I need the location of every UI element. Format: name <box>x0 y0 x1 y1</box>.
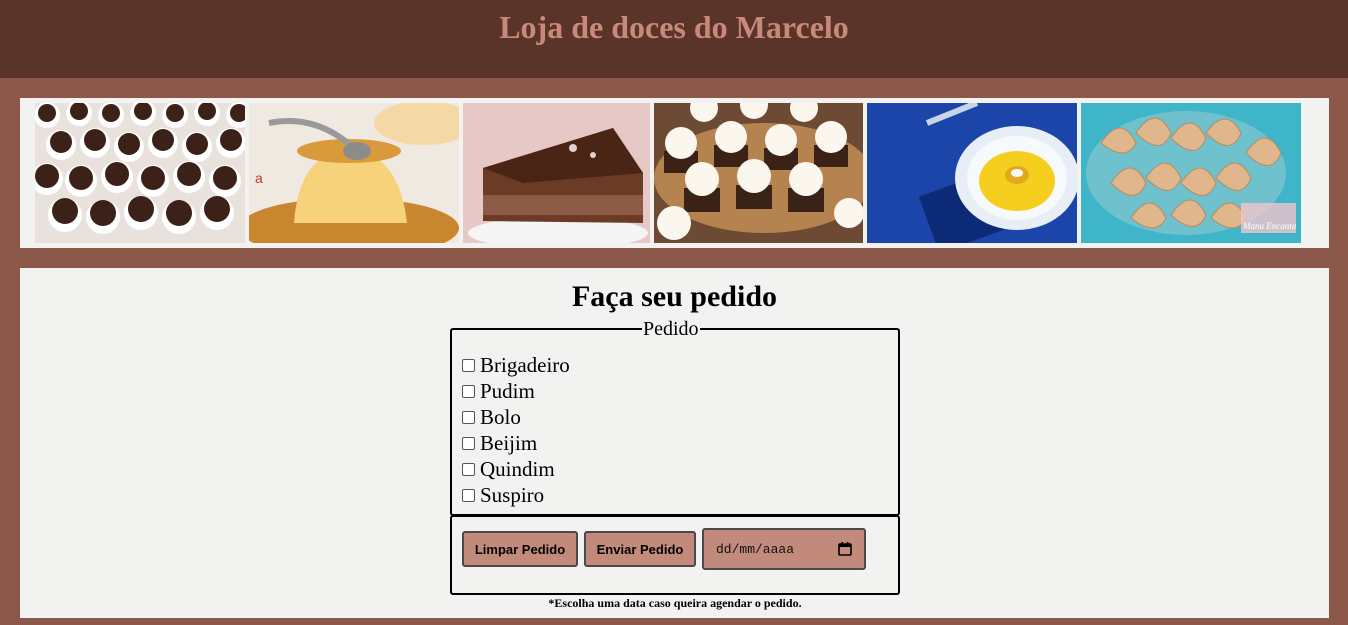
option-suspiro[interactable]: Suspiro <box>462 482 544 508</box>
suspiro-photo: Manu Encanta <box>1081 103 1301 243</box>
date-placeholder: dd/mm/aaaa <box>716 541 795 557</box>
date-input[interactable]: dd/mm/aaaa <box>702 528 866 570</box>
checkbox-bolo[interactable] <box>462 410 475 424</box>
order-actions: Limpar Pedido Enviar Pedido dd/mm/aaaa <box>450 515 900 595</box>
site-header: Loja de doces do Marcelo <box>0 0 1348 78</box>
option-bolo[interactable]: Bolo <box>462 404 521 430</box>
option-label: Quindim <box>480 456 555 481</box>
svg-text:a: a <box>255 170 263 186</box>
quindim-photo <box>867 103 1077 243</box>
calendar-icon[interactable] <box>838 542 852 556</box>
sweets-gallery: a Manu Encanta <box>20 98 1329 248</box>
order-legend: Pedido <box>642 317 700 341</box>
order-fieldset: Pedido Brigadeiro Pudim Bolo Beijim Quin… <box>450 317 900 516</box>
beijim-photo <box>654 103 863 243</box>
option-label: Brigadeiro <box>480 352 570 377</box>
checkbox-suspiro[interactable] <box>462 488 475 502</box>
option-label: Bolo <box>480 404 521 429</box>
clear-order-button[interactable]: Limpar Pedido <box>462 531 578 567</box>
submit-order-button[interactable]: Enviar Pedido <box>584 531 696 567</box>
brigadeiro-photo <box>35 103 245 243</box>
order-panel: Faça seu pedido Pedido Brigadeiro Pudim … <box>20 268 1329 618</box>
order-title: Faça seu pedido <box>571 280 778 313</box>
site-title: Loja de doces do Marcelo <box>499 9 849 45</box>
option-label: Beijim <box>480 430 538 455</box>
option-label: Suspiro <box>480 482 545 507</box>
bolo-photo <box>463 103 650 243</box>
option-label: Pudim <box>480 378 535 403</box>
checkbox-brigadeiro[interactable] <box>462 358 475 372</box>
option-beijim[interactable]: Beijim <box>462 430 537 456</box>
option-brigadeiro[interactable]: Brigadeiro <box>462 352 570 378</box>
checkbox-pudim[interactable] <box>462 384 475 398</box>
pudim-photo: a <box>249 103 459 243</box>
checkbox-beijim[interactable] <box>462 436 475 450</box>
watermark-text: Manu Encanta <box>1242 221 1297 231</box>
schedule-note: *Escolha uma data caso queira agendar o … <box>548 596 802 610</box>
option-pudim[interactable]: Pudim <box>462 378 535 404</box>
checkbox-quindim[interactable] <box>462 462 475 476</box>
option-quindim[interactable]: Quindim <box>462 456 555 482</box>
